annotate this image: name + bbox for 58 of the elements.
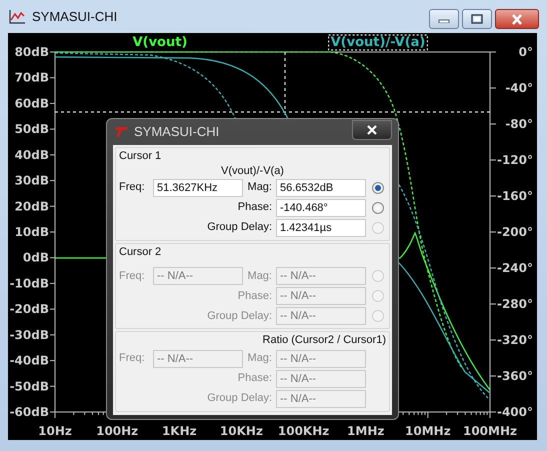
value-field[interactable]: 51.3627KHz	[153, 178, 243, 196]
axis-label: 40dB	[14, 148, 49, 162]
axis-label: 20dB	[14, 199, 49, 214]
axis-label: 10KHz	[220, 424, 263, 438]
axis-label: 10Hz	[38, 424, 72, 438]
axis-label: 60dB	[14, 96, 49, 110]
field-label: Mag:	[248, 181, 272, 194]
field-label: Freq:	[119, 180, 146, 196]
group-heading: Ratio (Cursor2 / Cursor1)	[262, 334, 386, 346]
axis-label: -360°	[496, 369, 533, 383]
group-heading: Cursor 1	[119, 150, 162, 162]
axis-label: 100MHz	[462, 424, 518, 438]
axis-label: 0°	[518, 45, 533, 59]
axis-label: 1KHz	[162, 424, 197, 438]
axis-label: -120°	[496, 153, 533, 167]
field-label: Mag:	[248, 352, 272, 364]
axis-label: -200°	[496, 225, 533, 239]
value-field[interactable]: 56.6532dB	[276, 178, 366, 196]
axis-label: 10dB	[14, 225, 49, 239]
axis-label: -10dB	[10, 276, 49, 290]
axis-label: -50dB	[10, 379, 49, 394]
value-field[interactable]: -140.468°	[276, 198, 366, 216]
axis-label: -30dB	[10, 328, 49, 342]
axis-label: -280°	[496, 297, 533, 311]
axis-label: 10MHz	[405, 424, 451, 438]
axis-label: -160°	[496, 189, 533, 203]
axis-label: 0dB	[22, 250, 49, 265]
trace-name: V(vout)/-V(a)	[221, 164, 284, 176]
field-label: Group Delay:	[207, 392, 272, 404]
value-field[interactable]: 1.42341µs	[276, 218, 366, 236]
axis-label: -320°	[496, 333, 533, 347]
axis-label: -40°	[505, 81, 533, 95]
axis-label: 1MHz	[347, 424, 384, 438]
field-label: Freq:	[119, 268, 146, 284]
field-label: Group Delay:	[207, 310, 272, 322]
field-label: Freq:	[119, 351, 146, 366]
dialog-title: SYMASUI-CHI	[134, 123, 220, 142]
field-label: Group Delay:	[207, 221, 272, 234]
trace-label[interactable]: V(vout)	[132, 35, 188, 50]
axis-label: -20dB	[10, 302, 49, 316]
trace-label[interactable]: V(vout)/-V(a)	[328, 34, 428, 50]
axis-label: -400°	[496, 405, 533, 419]
field-label: Phase:	[238, 290, 272, 302]
field-label: Phase:	[238, 201, 272, 214]
group-heading: Cursor 2	[119, 246, 162, 258]
window-title: SYMASUI-CHI	[32, 8, 118, 26]
field-label: Phase:	[238, 372, 272, 384]
axis-label: 100KHz	[278, 424, 330, 438]
axis-label: -240°	[496, 261, 533, 275]
axis-label: 100Hz	[96, 424, 138, 438]
field-label: Mag:	[248, 270, 272, 282]
axis-label: 30dB	[14, 174, 49, 188]
axis-label: -80°	[505, 117, 533, 131]
axis-label: 70dB	[14, 70, 49, 85]
axis-label: 80dB	[14, 45, 49, 59]
axis-label: -60dB	[10, 405, 49, 419]
axis-label: -40dB	[10, 354, 49, 368]
axis-label: 50dB	[14, 122, 49, 136]
